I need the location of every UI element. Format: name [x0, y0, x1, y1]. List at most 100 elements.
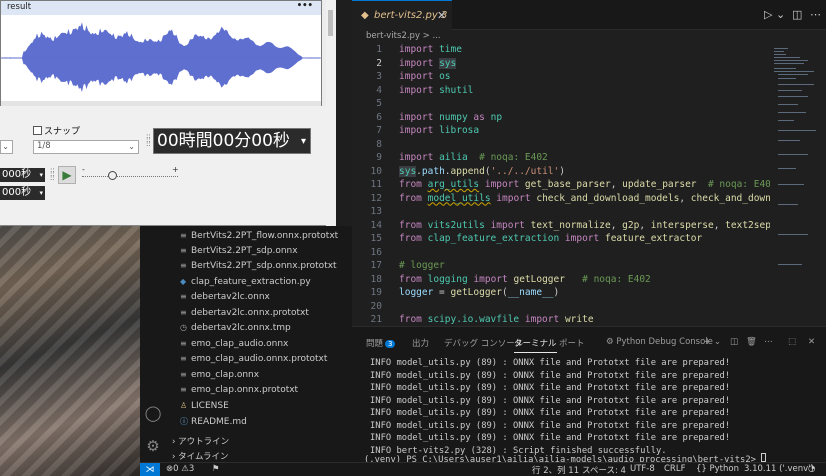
- chevron-right-icon: ›: [172, 437, 176, 447]
- line-number: 7: [376, 125, 382, 136]
- minimap[interactable]: [770, 44, 826, 326]
- settings-gear-icon[interactable]: ⚙: [144, 437, 162, 455]
- line-number: 11: [370, 179, 382, 190]
- line-number: 4: [376, 84, 382, 96]
- close-icon[interactable]: ✕: [808, 337, 815, 347]
- file-item[interactable]: ◷ debertav2lc.onnx.tmp: [180, 323, 291, 338]
- chevron-down-icon[interactable]: ⌄: [776, 8, 785, 21]
- notifications-icon[interactable]: ◔: [808, 464, 815, 474]
- encoding[interactable]: UTF-8: [630, 464, 655, 474]
- file-name: emo_clap.onnx.prototxt: [191, 385, 299, 395]
- file-item[interactable]: ◆ clap_feature_extraction.py: [180, 277, 311, 292]
- terminal-line: INFO model_utils.py (89) : ONNX file and…: [370, 370, 731, 381]
- line-number: 16: [370, 246, 382, 258]
- grip-handle[interactable]: ::::::: [146, 133, 152, 148]
- status-bar: ⋊ ⊗0 ⚠3 ⚑ 行 2、列 11 スペース: 4 UTF-8 CRLF {}…: [140, 462, 826, 476]
- more-actions-icon[interactable]: ⋯: [810, 8, 821, 21]
- chevron-down-icon: ⌄: [2, 142, 9, 151]
- file-item[interactable]: ≡ emo_clap_audio.onnx.prototxt: [180, 354, 327, 369]
- maximize-panel-icon[interactable]: ⬚: [788, 337, 796, 347]
- bottom-panel: 問題 3 出力 デバッグ コンソール ターミナル ポート ⚙ Python Deb…: [352, 326, 826, 465]
- file-item[interactable]: ≡ BertVits2.2PT_sdp.onnx: [180, 246, 298, 261]
- file-item[interactable]: ≡ emo_clap_audio.onnx: [180, 339, 288, 354]
- audio-editor-window: result ••• スナップ ⌄ 1/8 ⌄ :::::: 00時間00分00秒…: [0, 0, 336, 226]
- result-title: result: [7, 2, 32, 12]
- tab-debug-console[interactable]: デバッグ コンソール: [444, 337, 523, 349]
- left-select[interactable]: ⌄: [0, 140, 13, 154]
- slider-minus-label: -: [82, 165, 85, 174]
- time-display[interactable]: 00時間00分00秒 ▾: [153, 128, 311, 154]
- list-icon: ≡: [180, 339, 187, 348]
- cursor-position[interactable]: 行 2、列 11: [532, 464, 579, 476]
- file-item[interactable]: ⓘ README.md: [180, 416, 247, 431]
- volume-slider-track[interactable]: [82, 176, 178, 177]
- trash-icon[interactable]: 🗑: [746, 337, 757, 347]
- grip-handle[interactable]: ::::::: [50, 167, 56, 182]
- code-line: # logger: [399, 260, 445, 271]
- line-number: 12: [370, 192, 382, 204]
- start-time-field[interactable]: 000秒 ▾: [0, 168, 45, 182]
- tab-terminal[interactable]: ターミナル: [514, 337, 557, 353]
- file-item[interactable]: ≡ debertav2lc.onnx.prototxt: [180, 308, 309, 323]
- tab-ports[interactable]: ポート: [559, 337, 585, 349]
- end-time-field[interactable]: 000秒 ▾: [0, 186, 45, 200]
- debug-icon[interactable]: ⚑: [212, 464, 220, 474]
- waveform[interactable]: [1, 15, 321, 101]
- list-icon: ≡: [180, 231, 187, 240]
- file-item[interactable]: ≡ debertav2lc.onnx: [180, 292, 270, 307]
- indentation[interactable]: スペース: 4: [582, 464, 626, 476]
- tab-output[interactable]: 出力: [412, 337, 429, 349]
- terminal-line: INFO model_utils.py (89) : ONNX file and…: [370, 358, 731, 368]
- tab-filename: bert-vits2.py: [374, 10, 438, 21]
- code-line: from model_utils import check_and_downlo…: [399, 192, 770, 204]
- code-line: from vits2utils import text_normalize, g…: [399, 219, 770, 231]
- snap-checkbox[interactable]: [33, 126, 42, 135]
- line-ending[interactable]: CRLF: [664, 464, 685, 474]
- debug-console-selector[interactable]: ⚙ Python Debug Console: [606, 337, 713, 347]
- file-item[interactable]: ♙ LICENSE: [180, 401, 229, 416]
- code-line: from scipy.io.wavfile import write: [399, 314, 594, 325]
- code-line: import os: [399, 71, 451, 82]
- snap-select[interactable]: 1/8 ⌄: [33, 140, 139, 154]
- file-name: emo_clap_audio.onnx: [191, 339, 289, 349]
- account-icon[interactable]: ◯: [144, 404, 162, 422]
- timeline-section[interactable]: › タイムライン: [172, 450, 229, 462]
- editor-tab[interactable]: ◆ bert-vits2.py 3 ✕: [352, 0, 452, 30]
- file-name: BertVits2.2PT_flow.onnx.prototxt: [191, 231, 339, 241]
- split-editor-icon[interactable]: ◫: [792, 8, 802, 21]
- run-icon[interactable]: ▷: [764, 8, 772, 21]
- file-item[interactable]: ≡ emo_clap.onnx: [180, 370, 259, 385]
- timeline-label: タイムライン: [178, 452, 229, 462]
- file-item[interactable]: ≡ BertVits2.2PT_flow.onnx.prototxt: [180, 231, 338, 246]
- info-icon: ⓘ: [180, 417, 188, 426]
- app-vertical-scrollbar[interactable]: [326, 0, 336, 226]
- language-mode[interactable]: {} Python: [696, 464, 739, 474]
- more-icon[interactable]: •••: [297, 1, 313, 11]
- breadcrumb-path[interactable]: bert-vits2.py > ...: [366, 31, 441, 41]
- volume-slider-knob[interactable]: [108, 171, 117, 180]
- python-interpreter[interactable]: 3.10.11 ('.venv'): [744, 464, 814, 474]
- problems-status[interactable]: ⊗0 ⚠3: [166, 464, 194, 474]
- line-number: 19: [370, 287, 382, 298]
- horizontal-scrollbar[interactable]: [1, 101, 321, 106]
- new-terminal-icon[interactable]: + ⌄: [704, 337, 721, 347]
- chevron-down-icon: ▾: [300, 136, 306, 147]
- more-actions-icon[interactable]: ⋯: [764, 337, 773, 347]
- list-icon: ≡: [180, 246, 187, 255]
- tab-problems[interactable]: 問題 3: [366, 337, 396, 349]
- split-terminal-icon[interactable]: ◫: [730, 337, 738, 347]
- snap-label: スナップ: [44, 127, 81, 137]
- code-line: import numpy as np: [399, 111, 503, 123]
- file-item[interactable]: ≡ BertVits2.2PT_sdp.onnx.prototxt: [180, 261, 337, 276]
- scrollbar-thumb[interactable]: [328, 10, 333, 36]
- code-editor[interactable]: 1 import time 2 import sys 3 import os 4…: [352, 44, 770, 326]
- explorer-panel: ≡ BertVits2.2PT_flow.onnx.prototxt ≡ BertV…: [166, 226, 352, 462]
- debug-console-label: Python Debug Console: [616, 337, 713, 347]
- close-icon[interactable]: ✕: [437, 9, 446, 22]
- play-button[interactable]: ▶: [58, 166, 76, 184]
- chevron-down-icon: ▾: [39, 171, 43, 179]
- file-name: debertav2lc.onnx.tmp: [191, 323, 291, 333]
- outline-section[interactable]: › アウトライン: [172, 435, 229, 447]
- remote-icon[interactable]: ⋊: [140, 463, 160, 476]
- file-item[interactable]: ≡ emo_clap.onnx.prototxt: [180, 385, 298, 400]
